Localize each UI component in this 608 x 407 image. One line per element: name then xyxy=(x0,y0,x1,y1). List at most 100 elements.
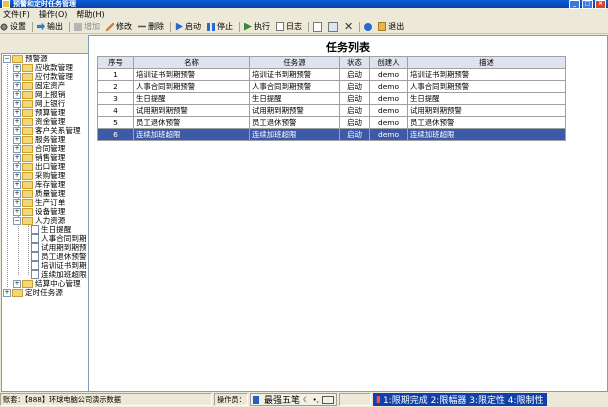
col-header-source[interactable]: 任务源 xyxy=(249,56,340,69)
col-header-status[interactable]: 状态 xyxy=(339,56,370,69)
collapse-icon[interactable]: − xyxy=(13,216,21,225)
cell-description: 试用期到期预警 xyxy=(407,104,566,117)
expand-icon[interactable]: + xyxy=(13,72,21,81)
edit-label: 修改 xyxy=(116,22,132,31)
collapse-icon[interactable]: − xyxy=(3,54,11,63)
add-button[interactable]: 增加 xyxy=(74,21,100,33)
cell-index: 6 xyxy=(97,128,134,141)
folder-icon xyxy=(22,126,33,135)
status-bar: 账套：【888】环球电脑公司演示数据 操作员： 最强五笔 ☾ •, ▮ 1:限期… xyxy=(0,392,608,407)
expand-icon[interactable]: + xyxy=(13,135,21,144)
stop-button[interactable]: 停止 xyxy=(207,21,233,33)
expand-icon[interactable]: + xyxy=(13,198,21,207)
table-row[interactable]: 3 生日提醒 生日提醒 启动 demo 生日提醒 xyxy=(97,92,566,105)
start-icon xyxy=(175,22,183,31)
expand-icon[interactable]: + xyxy=(3,288,11,297)
folder-icon xyxy=(22,81,33,90)
toolbar-separator xyxy=(69,21,70,32)
hint-text: 1:限期完成 2:限幅器 3:限定性 4:限制性 xyxy=(382,396,544,406)
folder-icon xyxy=(22,198,33,207)
delete-label: 删除 xyxy=(148,22,164,31)
status-account: 账套：【888】环球电脑公司演示数据 xyxy=(0,393,212,406)
page-icon[interactable] xyxy=(313,21,322,32)
folder-open-icon xyxy=(12,54,23,63)
cell-creator: demo xyxy=(369,80,408,93)
export-icon xyxy=(37,22,45,31)
ime-candidate-hint[interactable]: ▮ 1:限期完成 2:限幅器 3:限定性 4:限制性 xyxy=(373,393,547,406)
expand-icon[interactable]: + xyxy=(13,144,21,153)
add-label: 增加 xyxy=(84,22,100,31)
toolbar-separator xyxy=(239,21,240,32)
table-row[interactable]: 1 培训证书到期预警 培训证书到期预警 启动 demo 培训证书到期预警 xyxy=(97,68,566,81)
expand-icon[interactable]: + xyxy=(13,180,21,189)
folder-icon xyxy=(12,288,23,297)
expand-icon[interactable]: + xyxy=(13,207,21,216)
menu-bar: 文件(F) 操作(O) 帮助(H) xyxy=(0,8,608,20)
hint-marker-icon: ▮ xyxy=(376,394,381,405)
task-list-panel: 任务列表 序号 名称 任务源 状态 创建人 描述 1 培训证书到期预警 培训证书… xyxy=(88,35,608,392)
table-row[interactable]: 2 人事合同到期预警 人事合同到期预警 启动 demo 人事合同到期预警 xyxy=(97,80,566,93)
expand-icon[interactable]: + xyxy=(13,99,21,108)
exit-button[interactable]: 退出 xyxy=(378,21,404,33)
log-button[interactable]: 日志 xyxy=(276,21,302,33)
expand-icon[interactable]: + xyxy=(13,108,21,117)
folder-icon xyxy=(22,180,33,189)
exit-icon xyxy=(378,22,387,31)
start-button[interactable]: 启动 xyxy=(175,21,201,33)
cell-name: 生日提醒 xyxy=(133,92,250,105)
help-icon[interactable] xyxy=(364,22,373,31)
col-header-description[interactable]: 描述 xyxy=(407,56,566,69)
expand-icon[interactable]: + xyxy=(13,153,21,162)
delete-button[interactable]: 删除 xyxy=(138,21,164,33)
expand-icon[interactable]: + xyxy=(13,81,21,90)
stop-label: 停止 xyxy=(217,22,233,31)
col-header-name[interactable]: 名称 xyxy=(133,56,250,69)
tree-root-scheduled-source[interactable]: + 定时任务源 xyxy=(3,288,63,297)
export-button[interactable]: 输出 xyxy=(37,21,63,33)
col-header-creator[interactable]: 创建人 xyxy=(369,56,408,69)
menu-file[interactable]: 文件(F) xyxy=(0,9,36,20)
keyboard-icon[interactable] xyxy=(322,395,334,404)
add-icon xyxy=(74,22,82,31)
expand-icon[interactable]: + xyxy=(13,117,21,126)
cell-status: 启动 xyxy=(339,104,370,117)
expand-icon[interactable]: + xyxy=(13,279,21,288)
menu-operate[interactable]: 操作(O) xyxy=(36,9,74,20)
execute-button[interactable]: 执行 xyxy=(244,21,270,33)
toolbar: 设置 输出 增加 修改 删除 启动 停止 执行 日志 ✕ 退出 xyxy=(0,20,608,34)
expand-icon[interactable]: + xyxy=(13,90,21,99)
menu-help[interactable]: 帮助(H) xyxy=(73,9,110,20)
expand-icon[interactable]: + xyxy=(13,189,21,198)
expand-icon[interactable]: + xyxy=(13,162,21,171)
moon-icon[interactable]: ☾ xyxy=(303,395,309,404)
document-icon xyxy=(31,261,39,270)
copy-icon[interactable] xyxy=(328,21,338,32)
settings-label: 设置 xyxy=(10,22,26,31)
close-x-icon[interactable]: ✕ xyxy=(344,20,353,33)
cell-description: 员工退休预警 xyxy=(407,116,566,129)
col-header-index[interactable]: 序号 xyxy=(97,56,134,69)
folder-icon xyxy=(22,135,33,144)
table-row[interactable]: 4 试用期到期预警 试用期到期预警 启动 demo 试用期到期预警 xyxy=(97,104,566,117)
ime-bar[interactable]: 最强五笔 ☾ •, xyxy=(250,393,337,406)
edit-icon xyxy=(106,22,114,31)
cell-status: 启动 xyxy=(339,80,370,93)
table-row-selected[interactable]: 6 连续加班超限 连续加班超限 启动 demo 连续加班超限 xyxy=(97,128,566,141)
settings-button[interactable]: 设置 xyxy=(0,21,26,33)
cell-name: 员工退休预警 xyxy=(133,116,250,129)
edit-button[interactable]: 修改 xyxy=(106,21,132,33)
source-tree: − 预警源 + 应收款管理 + 应付款管理 + 固定资产 + 网上报销 + 网上银行 + 预… xyxy=(1,53,89,392)
expand-icon[interactable]: + xyxy=(13,126,21,135)
folder-icon xyxy=(22,153,33,162)
punct-icon[interactable]: •, xyxy=(312,395,319,404)
expand-icon[interactable]: + xyxy=(13,63,21,72)
table-row[interactable]: 5 员工退休预警 员工退休预警 启动 demo 员工退休预警 xyxy=(97,116,566,129)
document-icon xyxy=(31,234,39,243)
start-label: 启动 xyxy=(185,22,201,31)
cell-name: 人事合同到期预警 xyxy=(133,80,250,93)
export-label: 输出 xyxy=(47,22,63,31)
expand-icon[interactable]: + xyxy=(13,171,21,180)
cell-description: 生日提醒 xyxy=(407,92,566,105)
cell-creator: demo xyxy=(369,128,408,141)
cell-index: 4 xyxy=(97,104,134,117)
